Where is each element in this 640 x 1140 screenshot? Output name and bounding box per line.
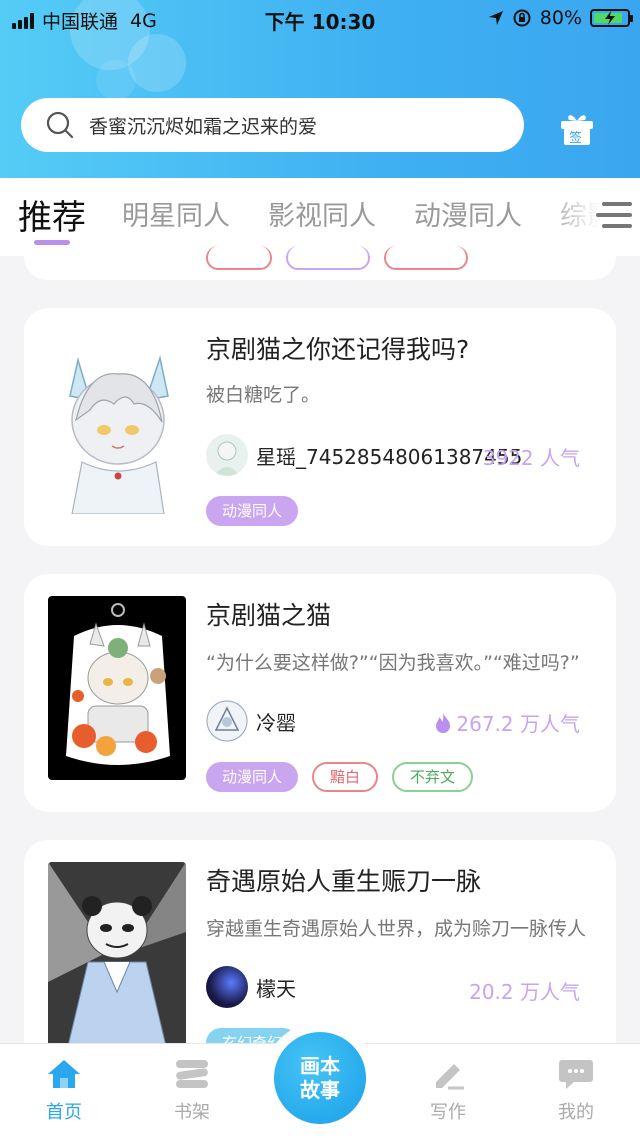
- tag-row: 动漫同人 黯白 不弃文: [206, 762, 474, 792]
- tab-anime-fanfic[interactable]: 动漫同人: [414, 194, 522, 233]
- author-avatar: [206, 434, 248, 476]
- bookshelf-icon: [176, 1060, 208, 1088]
- chat-bubble-icon: [559, 1060, 593, 1089]
- popularity-text: 3922 人气: [482, 446, 580, 470]
- story-title[interactable]: 京剧猫之你还记得我吗?: [206, 330, 469, 366]
- story-description: 穿越重生奇遇原始人世界，成为赊刀一脉传人: [206, 918, 587, 940]
- home-icon: [48, 1060, 80, 1088]
- search-icon: [46, 111, 74, 139]
- author-info[interactable]: 冷罂: [206, 700, 296, 742]
- search-placeholder: 香蜜沉沉烬如霜之迟来的爱: [89, 115, 318, 138]
- create-story-line2: 故事: [300, 1078, 340, 1102]
- author-avatar: [206, 700, 248, 742]
- nav-home-label: 首页: [46, 1102, 82, 1123]
- battery-percent: 80%: [539, 7, 582, 29]
- nav-bookshelf[interactable]: 书架: [152, 1058, 232, 1124]
- create-story-button-face: 画本 故事: [274, 1032, 366, 1124]
- story-card[interactable]: 京剧猫之你还记得我吗? 被白糖吃了。 星瑶_74528548061387455 …: [24, 308, 616, 546]
- orientation-lock-icon: [513, 9, 531, 27]
- story-card-previous[interactable]: [24, 246, 616, 280]
- tab-film-tv-fanfic[interactable]: 影视同人: [268, 194, 376, 233]
- location-icon: [488, 11, 503, 25]
- author-name: 檬天: [256, 976, 296, 1001]
- tab-celebrity-fanfic[interactable]: 明星同人: [122, 194, 230, 233]
- tag-never-abandoned[interactable]: 不弃文: [392, 762, 474, 792]
- nav-profile-label: 我的: [558, 1102, 594, 1123]
- gift-label: 签: [569, 131, 583, 146]
- story-title[interactable]: 京剧猫之猫: [206, 596, 331, 632]
- fire-icon: [436, 712, 451, 733]
- author-info[interactable]: 星瑶_74528548061387455: [206, 434, 522, 476]
- author-info[interactable]: 檬天: [206, 966, 296, 1008]
- tag-anime-fanfic[interactable]: 动漫同人: [206, 496, 299, 526]
- nav-write-label: 写作: [430, 1102, 466, 1123]
- popularity-text: 20.2 万人气: [469, 980, 580, 1004]
- popularity-count: 267.2 万人气: [434, 708, 580, 737]
- tag-heibai[interactable]: 黯白: [312, 762, 379, 792]
- tag-anime-fanfic[interactable]: 动漫同人: [206, 762, 299, 792]
- author-name: 冷罂: [256, 710, 296, 735]
- create-story-line1: 画本: [300, 1054, 340, 1078]
- nav-bookshelf-label: 书架: [174, 1102, 210, 1123]
- battery-icon: [590, 9, 633, 27]
- tag-row: 动漫同人: [206, 496, 299, 526]
- partial-tag: [206, 246, 272, 270]
- tab-recommend[interactable]: 推荐: [18, 190, 86, 239]
- decorative-bubble: [96, 60, 136, 100]
- sign-in-gift-button[interactable]: 签: [558, 112, 596, 146]
- nav-write[interactable]: 写作: [408, 1058, 488, 1124]
- story-description: 被白糖吃了。: [206, 384, 321, 406]
- active-tab-indicator: [34, 240, 70, 245]
- create-story-button[interactable]: 画本 故事: [264, 1022, 376, 1134]
- story-cover-image: [48, 330, 186, 514]
- category-menu-icon[interactable]: [596, 200, 632, 230]
- story-title[interactable]: 奇遇原始人重生赈刀一脉: [206, 862, 481, 898]
- story-cover-image: [48, 862, 186, 1046]
- category-tabs: 推荐 明星同人 影视同人 动漫同人 综影: [0, 178, 640, 256]
- app-header: 中国联通 4G 下午 10:30 80% 香蜜沉沉烬如霜之迟来的爱 签: [0, 0, 640, 178]
- partial-tag: [286, 246, 370, 270]
- nav-profile[interactable]: 我的: [536, 1058, 616, 1124]
- status-bar: 中国联通 4G 下午 10:30 80%: [0, 0, 640, 36]
- popularity-count: 20.2 万人气: [469, 976, 580, 1005]
- story-card[interactable]: 京剧猫之猫 “为什么要这样做?”“因为我喜欢。”“难过吗?” 冷罂 267.2 …: [24, 574, 616, 812]
- popularity-count: 3922 人气: [483, 442, 580, 471]
- search-bar[interactable]: 香蜜沉沉烬如霜之迟来的爱: [21, 98, 524, 152]
- decorative-bubble: [128, 34, 186, 92]
- pencil-icon: [436, 1064, 464, 1090]
- popularity-text: 267.2 万人气: [456, 712, 580, 736]
- nav-home[interactable]: 首页: [24, 1058, 104, 1124]
- partial-tag: [384, 246, 468, 270]
- story-cover-image: [48, 596, 186, 780]
- story-description: “为什么要这样做?”“因为我喜欢。”“难过吗?”: [206, 652, 580, 674]
- author-avatar: [206, 966, 248, 1008]
